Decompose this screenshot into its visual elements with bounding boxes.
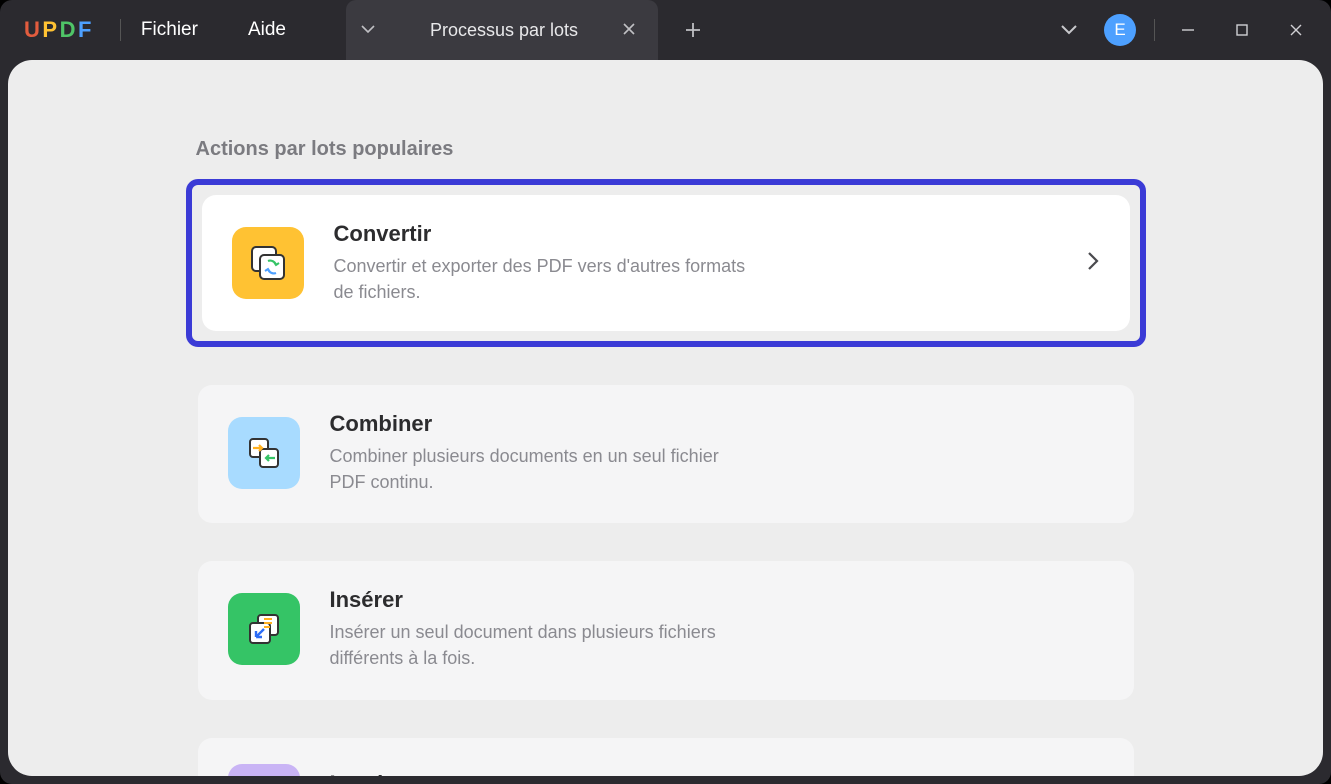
divider: [1154, 19, 1155, 41]
maximize-button[interactable]: [1215, 10, 1269, 50]
card-convert[interactable]: Convertir Convertir et exporter des PDF …: [202, 195, 1130, 331]
logo-letter-u: U: [24, 17, 40, 43]
card-title: Convertir: [334, 221, 1056, 247]
chevron-down-icon: [361, 25, 375, 35]
content-area: Actions par lots populaires: [8, 60, 1323, 776]
tab-strip: Processus par lots: [346, 0, 718, 60]
card-print[interactable]: Imprimer Imprimer plusieurs PDF à la foi…: [198, 738, 1134, 776]
card-desc: Insérer un seul document dans plusieurs …: [330, 619, 750, 671]
minimize-button[interactable]: [1161, 10, 1215, 50]
card-combine[interactable]: Combiner Combiner plusieurs documents en…: [198, 385, 1134, 523]
menu-help[interactable]: Aide: [248, 19, 286, 41]
menu-file[interactable]: Fichier: [141, 19, 198, 41]
card-desc: Combiner plusieurs documents en un seul …: [330, 443, 750, 495]
logo-letter-d: D: [60, 17, 76, 43]
maximize-icon: [1235, 23, 1249, 37]
chevron-right-icon: [1086, 250, 1100, 277]
titlebar: U P D F Fichier Aide Processus par lots: [0, 0, 1331, 60]
logo-letter-f: F: [78, 17, 92, 43]
section-title: Actions par lots populaires: [196, 138, 1146, 161]
insert-icon: [228, 593, 300, 665]
tab-dropdown-button[interactable]: [346, 0, 390, 60]
print-icon: [228, 764, 300, 776]
close-icon: [622, 22, 636, 36]
card-title: Imprimer: [330, 771, 1104, 776]
minimize-icon: [1181, 23, 1195, 37]
chevron-down-icon: [1059, 23, 1079, 37]
card-title: Insérer: [330, 587, 1104, 613]
combine-icon: [228, 417, 300, 489]
tab-label: Processus par lots: [430, 20, 578, 41]
card-title: Combiner: [330, 411, 1104, 437]
window-right-controls: E: [1050, 10, 1323, 50]
convert-icon: [232, 227, 304, 299]
card-insert[interactable]: Insérer Insérer un seul document dans pl…: [198, 561, 1134, 699]
tab-close-button[interactable]: [618, 16, 640, 45]
app-window: U P D F Fichier Aide Processus par lots: [0, 0, 1331, 784]
close-window-button[interactable]: [1269, 10, 1323, 50]
highlight-frame: Convertir Convertir et exporter des PDF …: [186, 179, 1146, 347]
tab-add-button[interactable]: [668, 0, 718, 60]
plus-icon: [684, 21, 702, 39]
card-desc: Convertir et exporter des PDF vers d'aut…: [334, 253, 754, 305]
divider: [120, 19, 121, 41]
collapse-button[interactable]: [1050, 11, 1088, 49]
user-avatar[interactable]: E: [1104, 14, 1136, 46]
close-icon: [1289, 23, 1303, 37]
logo-letter-p: P: [42, 17, 57, 43]
app-logo: U P D F: [24, 17, 92, 43]
tab-batch[interactable]: Processus par lots: [390, 0, 658, 60]
